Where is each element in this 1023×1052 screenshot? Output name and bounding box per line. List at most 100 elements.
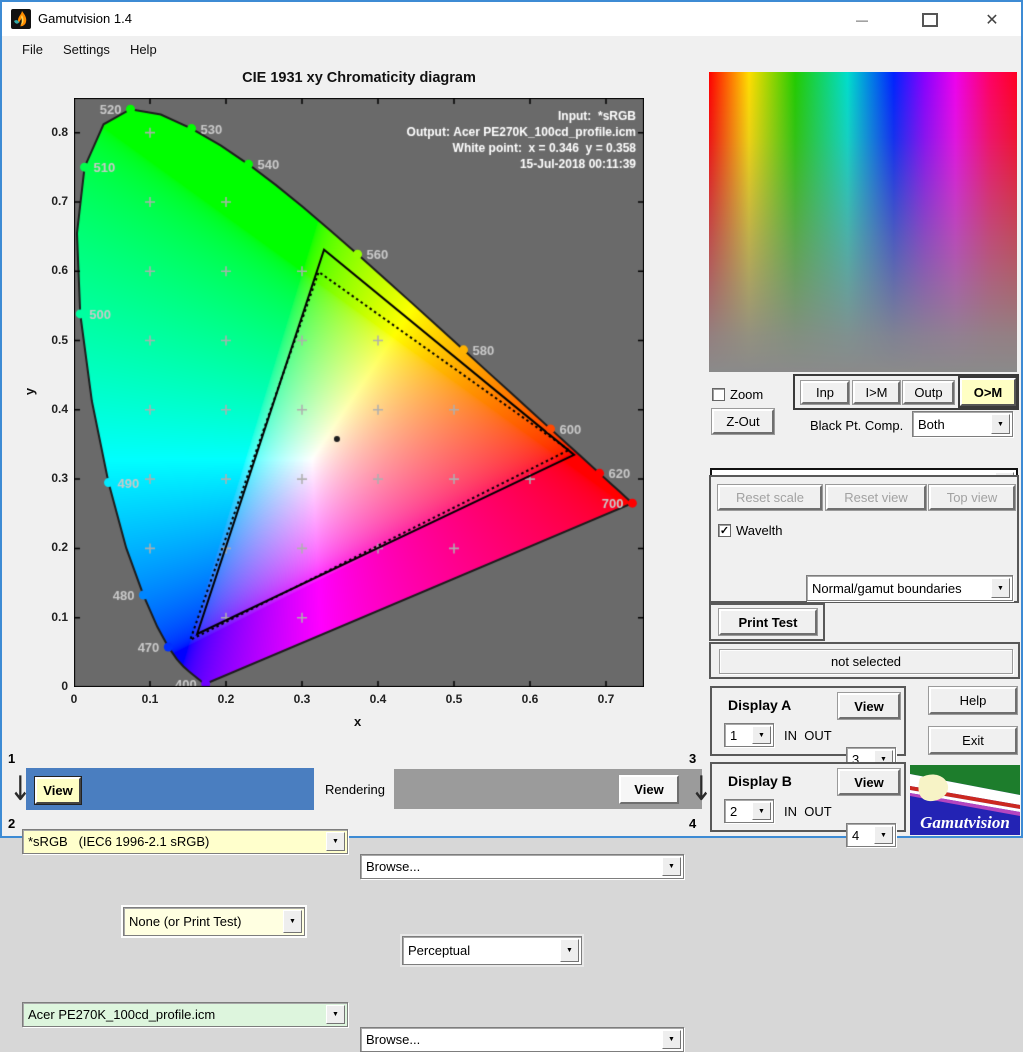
titlebar: Gamutvision 1.4 — ✕ <box>2 2 1021 36</box>
view-b-button[interactable]: View <box>619 775 679 804</box>
saturation-map-panel <box>709 72 1017 372</box>
menu-item-settings[interactable]: Settings <box>53 38 120 61</box>
display-b-in-value: 2 <box>730 803 738 819</box>
y-axis-label: y <box>22 387 38 396</box>
display-a-in-select[interactable]: 1 ▼ <box>724 723 774 747</box>
menubar: File Settings Help <box>2 36 1021 62</box>
y-tick-label: 0.6 <box>51 263 68 278</box>
black-pt-comp-select[interactable]: Both ▼ <box>912 411 1013 437</box>
x-tick-label: 0.6 <box>521 692 539 706</box>
dropdown-arrow-icon[interactable]: ▼ <box>283 910 302 933</box>
y-tick-label: 0.1 <box>51 609 68 624</box>
print-test-button[interactable]: Print Test <box>719 609 817 635</box>
display-b-inout-label: IN OUT <box>784 804 832 819</box>
boundaries-value: Normal/gamut boundaries <box>812 580 962 596</box>
x-tick-label: 0.4 <box>369 692 387 706</box>
display-b-out-value: 4 <box>852 827 860 843</box>
view-mode-button-outp[interactable]: Outp <box>903 381 954 404</box>
rendering-label: Rendering <box>325 781 385 797</box>
dropdown-arrow-icon[interactable]: ▼ <box>662 1030 681 1049</box>
zoom-checkbox-label: Zoom <box>730 387 764 402</box>
print-test-select[interactable]: None (or Print Test) ▼ <box>123 907 305 936</box>
view-a-button[interactable]: View <box>35 777 81 804</box>
input-profile-select[interactable]: *sRGB (IEC6 1996-2.1 sRGB) ▼ <box>22 829 348 854</box>
y-tick-label: 0.5 <box>51 332 68 347</box>
x-tick-label: 0.1 <box>141 692 159 706</box>
output-browse-select[interactable]: Browse... ▼ <box>360 1027 684 1052</box>
view-mode-button-im[interactable]: I>M <box>853 381 900 404</box>
display-b-title: Display B <box>728 773 792 789</box>
row1-index: 1 <box>8 751 16 766</box>
gamutvision-logo: Gamutvision <box>910 765 1020 835</box>
help-button[interactable]: Help <box>929 687 1017 714</box>
y-tick-label: 0.7 <box>51 193 68 208</box>
y-tick-label: 0.2 <box>51 540 68 555</box>
reset-scale-button[interactable]: Reset scale <box>718 485 822 510</box>
wavelth-checkbox[interactable]: ✓ <box>718 524 731 537</box>
chromaticity-canvas[interactable] <box>74 98 644 687</box>
boundaries-select[interactable]: Normal/gamut boundaries ▼ <box>806 575 1013 601</box>
dropdown-arrow-icon[interactable]: ▼ <box>874 826 893 844</box>
menu-item-file[interactable]: File <box>12 38 53 61</box>
dropdown-arrow-icon[interactable]: ▼ <box>326 832 345 851</box>
exit-button[interactable]: Exit <box>929 727 1017 754</box>
wavelth-checkbox-label: Wavelth <box>736 523 783 538</box>
close-button[interactable]: ✕ <box>977 10 1007 30</box>
output-browse-value: Browse... <box>366 1032 421 1047</box>
minimize-button[interactable]: — <box>847 10 877 30</box>
zout-button[interactable]: Z-Out <box>712 409 774 434</box>
row1-index-right: 3 <box>689 751 697 766</box>
app-icon <box>11 9 31 29</box>
rendering-label-box: Rendering <box>316 769 394 809</box>
display-b-view-button[interactable]: View <box>838 769 900 795</box>
row3-index: 2 <box>8 816 16 831</box>
x-axis-label: x <box>354 714 362 729</box>
menu-item-help[interactable]: Help <box>120 38 167 61</box>
view-mode-button-inp[interactable]: Inp <box>801 381 849 404</box>
dropdown-arrow-icon[interactable]: ▼ <box>991 414 1010 434</box>
x-tick-label: 0.3 <box>293 692 311 706</box>
display-a-in-value: 1 <box>730 727 738 743</box>
down-arrow-icon-right: ↓ <box>690 770 713 809</box>
print-test-select-value: None (or Print Test) <box>129 914 242 929</box>
view-mode-button-om[interactable]: O>M <box>960 378 1016 406</box>
black-pt-comp-label: Black Pt. Comp. <box>810 418 904 433</box>
output-profile-select[interactable]: Acer PE270K_100cd_profile.icm ▼ <box>22 1002 348 1027</box>
check-icon: ✓ <box>719 525 730 537</box>
window-title: Gamutvision 1.4 <box>38 11 132 26</box>
dropdown-arrow-icon[interactable]: ▼ <box>752 802 771 820</box>
x-tick-label: 0.7 <box>597 692 615 706</box>
display-b-out-select[interactable]: 4 ▼ <box>846 823 896 847</box>
dropdown-arrow-icon[interactable]: ▼ <box>991 578 1010 598</box>
chart-title: CIE 1931 xy Chromaticity diagram <box>242 70 476 86</box>
minimize-icon: — <box>856 13 868 27</box>
rendering-intent-value: Perceptual <box>408 943 471 958</box>
rendering-intent-select[interactable]: Perceptual ▼ <box>402 936 582 965</box>
wavelth-row: ✓ Wavelth <box>718 523 782 538</box>
dropdown-arrow-icon[interactable]: ▼ <box>752 726 771 744</box>
zoom-checkbox[interactable] <box>712 388 725 401</box>
logo-text: Gamutvision <box>920 813 1010 832</box>
maximize-button[interactable] <box>915 10 945 30</box>
input-browse-value: Browse... <box>366 859 421 874</box>
black-pt-comp-value: Both <box>918 416 945 432</box>
display-b-box: Display B View 2 ▼ IN OUT 4 ▼ <box>710 762 906 847</box>
dropdown-arrow-icon[interactable]: ▼ <box>326 1005 345 1024</box>
dropdown-arrow-icon[interactable]: ▼ <box>560 939 579 962</box>
app-window: Gamutvision 1.4 — ✕ File Settings Help C… <box>0 0 1023 1052</box>
row3-index-right: 4 <box>689 816 697 831</box>
display-a-view-button[interactable]: View <box>838 693 900 719</box>
status-text: not selected <box>719 649 1013 674</box>
y-tick-label: 0.4 <box>51 401 68 416</box>
zoom-checkbox-row: Zoom <box>712 387 763 402</box>
x-tick-label: 0.2 <box>217 692 235 706</box>
dropdown-arrow-icon[interactable]: ▼ <box>662 857 681 876</box>
maximize-icon <box>922 13 938 27</box>
top-view-button[interactable]: Top view <box>929 485 1015 510</box>
display-b-in-select[interactable]: 2 ▼ <box>724 799 774 823</box>
reset-view-button[interactable]: Reset view <box>826 485 926 510</box>
y-tick-label: 0.8 <box>51 124 68 139</box>
y-tick-label: 0 <box>61 679 68 693</box>
input-browse-select[interactable]: Browse... ▼ <box>360 854 684 879</box>
x-tick-label: 0.5 <box>445 692 463 706</box>
